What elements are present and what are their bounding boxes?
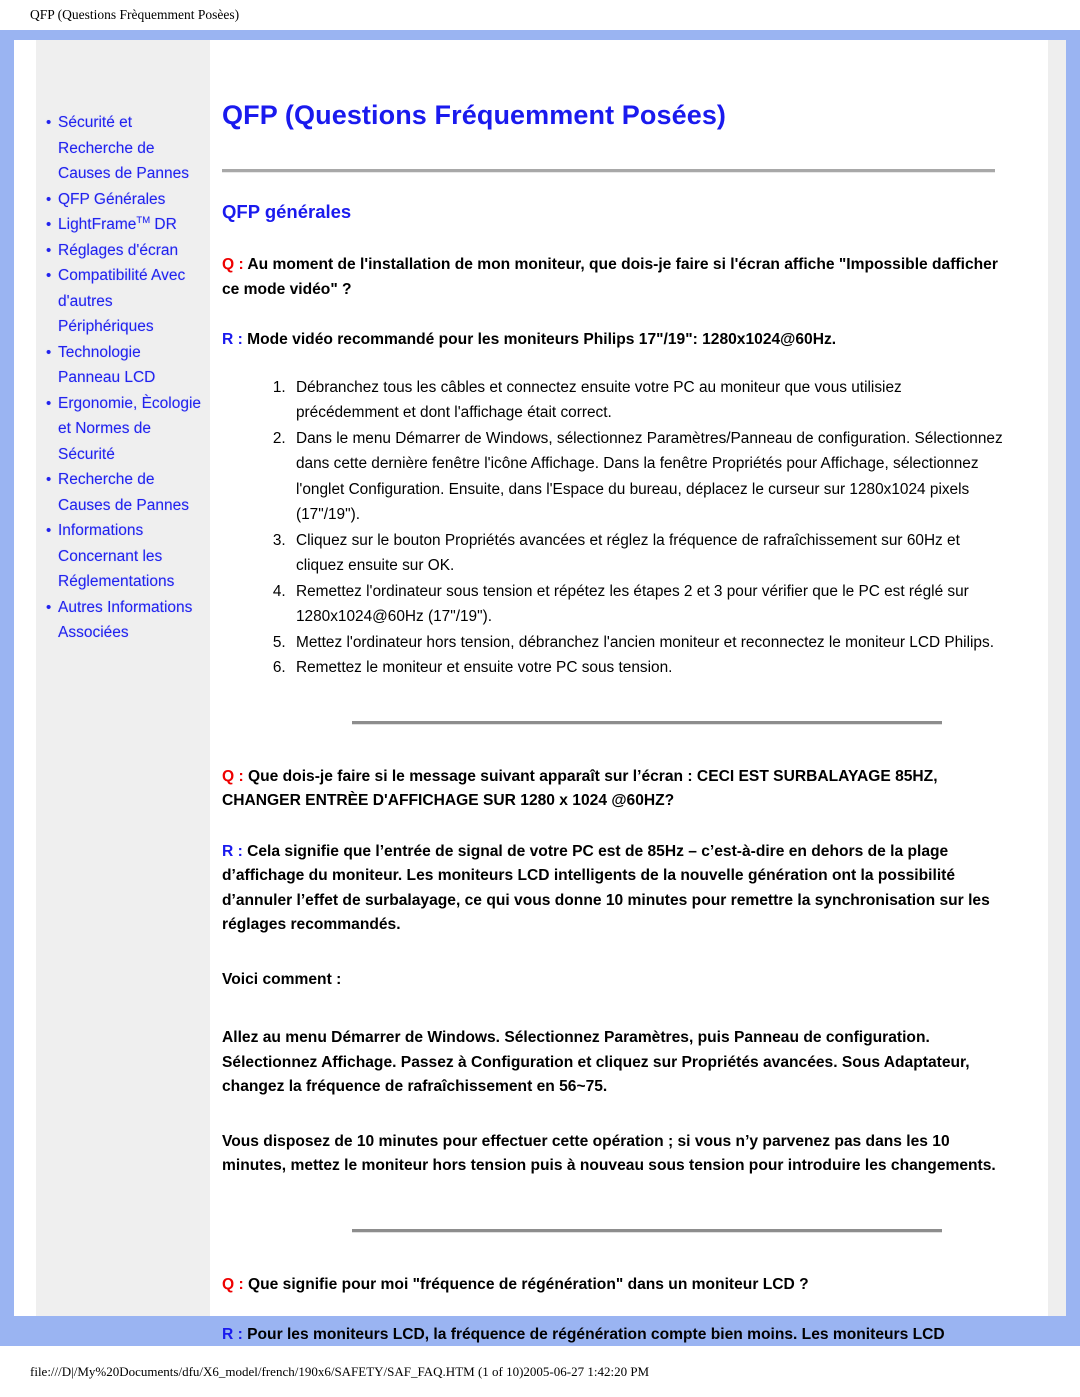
sidebar-item-label: Ergonomie, Ècologie et Normes de Sécurit…	[58, 394, 202, 463]
howto-instructions: Allez au menu Démarrer de Windows. Sélec…	[222, 1029, 970, 1095]
sidebar-item-recherche-causes[interactable]: Recherche de Causes de Pannes	[46, 467, 204, 518]
list-item: Dans le menu Démarrer de Windows, sélect…	[290, 426, 1003, 528]
answer-text: Mode vidéo recommandé pour les moniteurs…	[247, 331, 837, 348]
sidebar-item-label: Technologie Panneau LCD	[58, 343, 156, 387]
sidebar-item-ergonomie[interactable]: Ergonomie, Ècologie et Normes de Sécurit…	[46, 391, 204, 468]
sidebar-item-label: Sécurité et Recherche de Causes de Panne…	[58, 114, 189, 182]
document-footer-path: file:///D|/My%20Documents/dfu/X6_model/f…	[0, 1346, 1080, 1397]
howto-note: Vous disposez de 10 minutes pour effectu…	[222, 1132, 996, 1175]
question-1: Q : Au moment de l'installation de mon m…	[222, 253, 1003, 302]
sidebar-item-technologie-lcd[interactable]: Technologie Panneau LCD	[46, 340, 204, 391]
question-text: Que signifie pour moi "fréquence de régé…	[248, 1275, 809, 1293]
question-marker: Q	[222, 1275, 235, 1293]
sidebar-item-label: Recherche de Causes de Pannes	[58, 471, 189, 514]
answer-text: Cela signifie que l’entrée de signal de …	[222, 842, 990, 934]
list-item: Remettez l'ordinateur sous tension et ré…	[290, 579, 1003, 630]
sidebar-item-autres-informations[interactable]: Autres Informations Associées	[46, 595, 204, 646]
question-text: Au moment de l'installation de mon monit…	[222, 256, 998, 298]
sidebar-item-label: Compatibilité Avec d'autres Périphérique…	[58, 267, 186, 335]
sidebar-item-label: Informations Concernant les Réglementati…	[58, 522, 175, 590]
answer-marker: R	[222, 842, 234, 860]
sidebar-item-compatibilite[interactable]: Compatibilité Avec d'autres Périphérique…	[46, 263, 204, 340]
answer-1: R : Mode vidéo recommandé pour les monit…	[222, 328, 1003, 353]
sidebar-item-label-cont: DR	[150, 216, 177, 233]
sidebar-navigation: Sécurité et Recherche de Causes de Panne…	[36, 40, 210, 1316]
answer-separator: :	[233, 331, 248, 348]
list-item: Mettez l'ordinateur hors tension, débran…	[290, 630, 1003, 656]
sidebar-item-label: Autres Informations Associées	[58, 598, 193, 642]
right-rail-gap	[1039, 40, 1048, 1316]
question-3: Q : Que signifie pour moi "fréquence de …	[222, 1273, 1003, 1298]
main-content: QFP (Questions Fréquemment Posées) QFP g…	[210, 40, 1039, 1368]
sidebar-item-securite[interactable]: Sécurité et Recherche de Causes de Panne…	[46, 110, 204, 187]
question-marker: Q	[222, 767, 235, 785]
sidebar-item-label: Réglages d'écran	[58, 241, 179, 259]
sidebar-item-reglages-decran[interactable]: Réglages d'écran	[46, 238, 204, 264]
howto-label: Voici comment :	[222, 970, 342, 988]
sidebar-item-label: LightFrame	[58, 216, 137, 233]
blue-page-frame: Sécurité et Recherche de Causes de Panne…	[0, 30, 1080, 1368]
question-text: Que dois-je faire si le message suivant …	[222, 767, 938, 810]
answer-marker: R	[222, 331, 234, 348]
sidebar-item-label: QFP Générales	[58, 190, 166, 208]
answer-marker: R	[222, 1326, 234, 1343]
page-body: Sécurité et Recherche de Causes de Panne…	[14, 40, 1066, 1368]
list-item: Remettez le moniteur et ensuite votre PC…	[290, 655, 1003, 681]
question-separator: :	[234, 1275, 248, 1293]
right-scroll-rail	[1048, 40, 1066, 1316]
answer-separator: :	[233, 1326, 248, 1343]
sidebar-item-qfp-generales[interactable]: QFP Générales	[46, 187, 204, 213]
answer-separator: :	[233, 842, 248, 860]
document-header-title: QFP (Questions Frèquemment Posèes)	[0, 0, 1080, 30]
list-item: Cliquez sur le bouton Propriétés avancée…	[290, 528, 1003, 579]
page-root: QFP (Questions Frèquemment Posèes) Sécur…	[0, 0, 1080, 1397]
section-title: QFP générales	[222, 201, 352, 222]
question-separator: :	[234, 256, 248, 273]
question-2: Q : Que dois-je faire si le message suiv…	[222, 765, 1003, 814]
sidebar-item-lightframe-dr[interactable]: LightFrameTM DR	[46, 212, 204, 238]
sidebar-item-trademark: TM	[136, 214, 151, 226]
question-separator: :	[234, 767, 248, 785]
list-item: Débranchez tous les câbles et connectez …	[290, 375, 1003, 426]
page-title: QFP (Questions Fréquemment Posées)	[222, 100, 727, 130]
answer-2: R : Cela signifie que l’entrée de signal…	[222, 840, 1003, 938]
answer-1-steps: Débranchez tous les câbles et connectez …	[222, 375, 1003, 681]
question-marker: Q	[222, 256, 235, 273]
sidebar-item-reglementations[interactable]: Informations Concernant les Réglementati…	[46, 518, 204, 595]
sidebar-list: Sécurité et Recherche de Causes de Panne…	[36, 110, 210, 646]
